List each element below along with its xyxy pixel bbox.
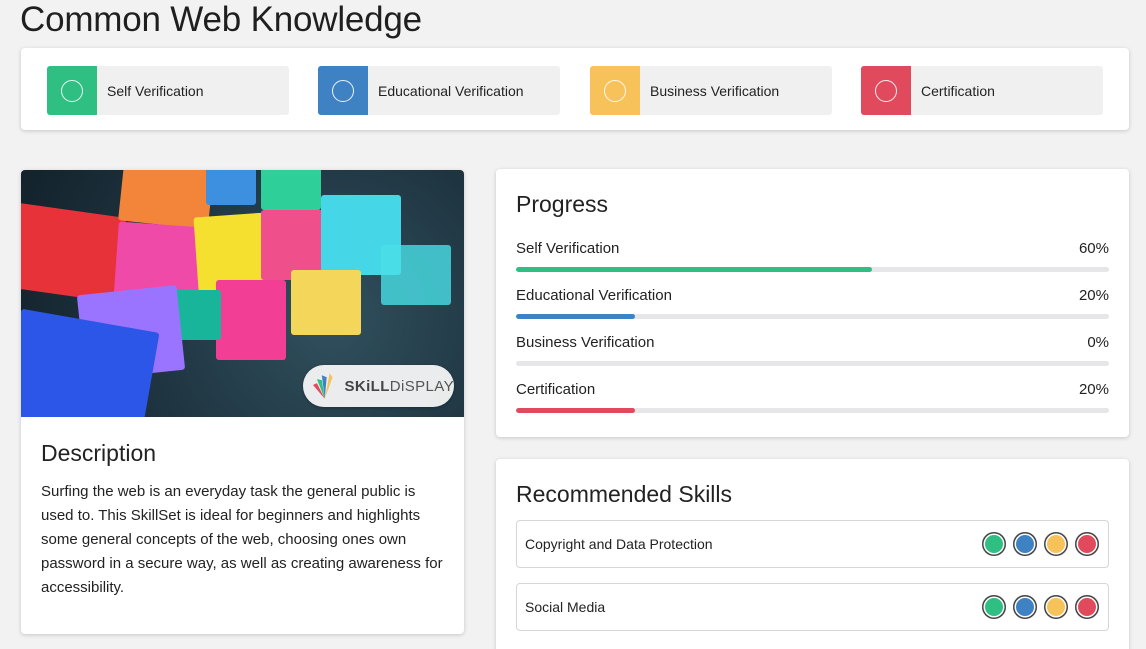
progress-track bbox=[516, 314, 1109, 319]
self-verification-swatch bbox=[47, 66, 97, 115]
educational-verification-swatch bbox=[318, 66, 368, 115]
business-verification-button[interactable]: Business Verification bbox=[590, 66, 832, 115]
skilldisplay-mark-icon bbox=[313, 373, 333, 399]
skill-verification-dots bbox=[982, 532, 1108, 556]
educational-verification-label: Educational Verification bbox=[378, 82, 524, 99]
circle-icon bbox=[875, 79, 897, 102]
progress-track bbox=[516, 361, 1109, 366]
skill-verification-dots bbox=[982, 595, 1108, 619]
self-verification-dot-icon[interactable] bbox=[982, 595, 1006, 619]
verification-bar: Self Verification Educational Verificati… bbox=[21, 48, 1129, 130]
recommended-skills-card: Recommended Skills Copyright and Data Pr… bbox=[496, 459, 1129, 649]
skill-row[interactable]: Social Media bbox=[516, 583, 1109, 631]
progress-label: Educational Verification bbox=[516, 287, 672, 304]
educational-verification-button[interactable]: Educational Verification bbox=[318, 66, 560, 115]
page-title: Common Web Knowledge bbox=[20, 0, 422, 39]
progress-value: 0% bbox=[1087, 334, 1109, 351]
progress-value: 60% bbox=[1078, 240, 1109, 257]
certification-label: Certification bbox=[921, 82, 995, 99]
skill-name: Copyright and Data Protection bbox=[525, 536, 713, 552]
business-verification-label: Business Verification bbox=[650, 82, 780, 99]
progress-fill bbox=[516, 267, 872, 272]
certification-verification-dot-icon[interactable] bbox=[1075, 595, 1099, 619]
progress-label: Business Verification bbox=[516, 334, 655, 351]
skilldisplay-wordmark: SKiLLDiSPLAY bbox=[344, 377, 454, 395]
progress-row: Self Verification 60% bbox=[516, 240, 1109, 284]
description-title: Description bbox=[41, 440, 157, 466]
educational-verification-dot-icon[interactable] bbox=[1013, 595, 1037, 619]
progress-label: Self Verification bbox=[516, 240, 620, 257]
progress-fill bbox=[516, 314, 635, 319]
description-text: Surfing the web is an everyday task the … bbox=[41, 483, 443, 596]
certification-swatch bbox=[861, 66, 911, 115]
business-verification-dot-icon[interactable] bbox=[1044, 532, 1068, 556]
recommended-skills-title: Recommended Skills bbox=[516, 481, 733, 507]
business-verification-swatch bbox=[590, 66, 640, 115]
certification-button[interactable]: Certification bbox=[861, 66, 1103, 115]
circle-icon bbox=[61, 79, 83, 102]
progress-label: Certification bbox=[516, 381, 596, 398]
circle-icon bbox=[332, 79, 354, 102]
progress-value: 20% bbox=[1078, 381, 1109, 398]
progress-row: Educational Verification 20% bbox=[516, 287, 1109, 331]
progress-fill bbox=[516, 408, 635, 413]
progress-card: Progress Self Verification 60% Educational… bbox=[496, 169, 1129, 437]
circle-icon bbox=[604, 79, 626, 102]
skillset-image: SKiLLDiSPLAY bbox=[21, 170, 464, 417]
progress-row: Certification 20% bbox=[516, 381, 1109, 425]
progress-title: Progress bbox=[516, 191, 609, 217]
progress-value: 20% bbox=[1078, 287, 1109, 304]
description-card: SKiLLDiSPLAY Description Surfing the web… bbox=[21, 170, 464, 634]
self-verification-button[interactable]: Self Verification bbox=[47, 66, 289, 115]
progress-track bbox=[516, 408, 1109, 413]
certification-verification-dot-icon[interactable] bbox=[1075, 532, 1099, 556]
progress-track bbox=[516, 267, 1109, 272]
skilldisplay-logo: SKiLLDiSPLAY bbox=[303, 365, 454, 407]
self-verification-dot-icon[interactable] bbox=[982, 532, 1006, 556]
skill-name: Social Media bbox=[525, 599, 606, 615]
business-verification-dot-icon[interactable] bbox=[1044, 595, 1068, 619]
progress-row: Business Verification 0% bbox=[516, 334, 1109, 378]
self-verification-label: Self Verification bbox=[107, 82, 204, 99]
skill-row[interactable]: Copyright and Data Protection bbox=[516, 520, 1109, 568]
educational-verification-dot-icon[interactable] bbox=[1013, 532, 1037, 556]
